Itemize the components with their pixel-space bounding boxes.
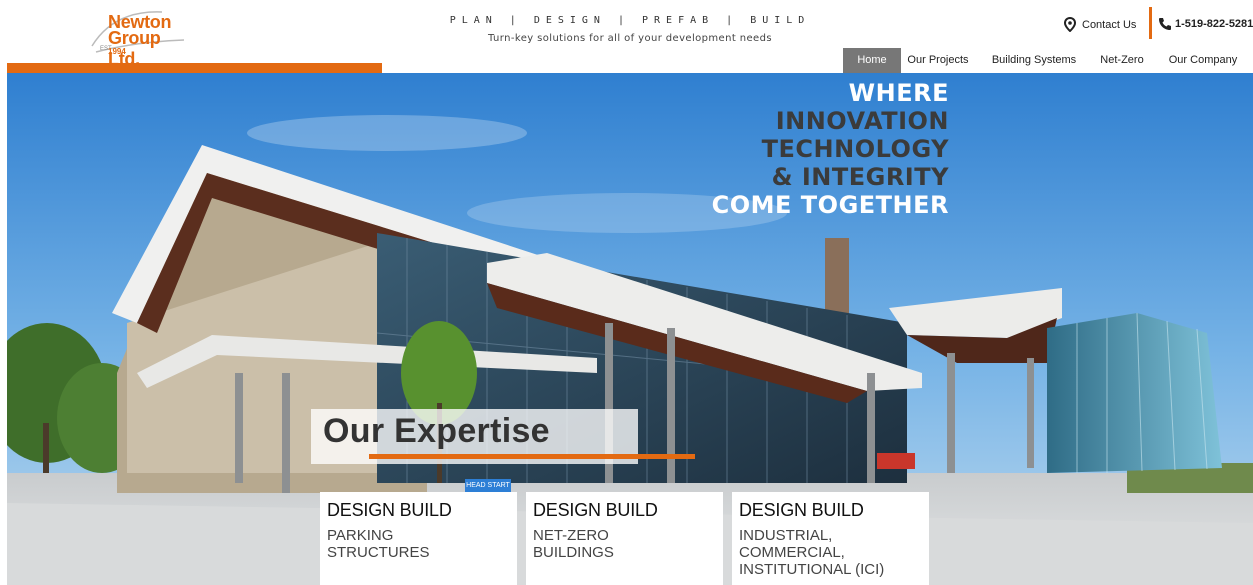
expertise-card-parking[interactable]: DESIGN BUILD PARKING STRUCTURES: [320, 492, 517, 585]
card-subtitle: NET-ZERO BUILDINGS: [533, 527, 614, 561]
card-title: DESIGN BUILD: [533, 500, 658, 520]
card-subtitle: PARKING STRUCTURES: [327, 527, 430, 561]
location-pin-icon: [1064, 17, 1076, 32]
headline-line-1: WHERE: [848, 79, 949, 107]
header-subtagline: Turn-key solutions for all of your devel…: [488, 33, 772, 44]
headline-line-3: TECHNOLOGY: [761, 135, 949, 163]
contact-us-link[interactable]: Contact Us: [1064, 17, 1136, 32]
hero-banner: WHERE INNOVATION TECHNOLOGY & INTEGRITY …: [7, 73, 1253, 585]
nav-our-company[interactable]: Our Company: [1158, 48, 1248, 73]
expertise-card-ici[interactable]: DESIGN BUILD INDUSTRIAL, COMMERCIAL, INS…: [732, 492, 929, 585]
nav-home[interactable]: Home: [843, 48, 901, 73]
phone-number: 1-519-822-5281: [1175, 18, 1253, 30]
phone-link[interactable]: 1-519-822-5281: [1158, 17, 1253, 31]
card-title: DESIGN BUILD: [739, 500, 864, 520]
company-logo[interactable]: Newton Group Ltd. EST 1994: [84, 6, 194, 69]
headline-line-4: & INTEGRITY: [771, 163, 949, 191]
head-start-badge: HEAD START: [465, 479, 511, 492]
card-subtitle: INDUSTRIAL, COMMERCIAL, INSTITUTIONAL (I…: [739, 527, 885, 578]
logo-year: 1994: [108, 47, 126, 56]
header-accent-bar: [7, 63, 382, 73]
headline-line-2: INNOVATION: [775, 107, 949, 135]
header-divider: [1149, 7, 1152, 39]
expertise-underline: [369, 454, 695, 459]
nav-building-systems[interactable]: Building Systems: [984, 48, 1084, 73]
headline-line-5: COME TOGETHER: [711, 191, 949, 219]
nav-our-projects[interactable]: Our Projects: [901, 48, 975, 73]
expertise-title: Our Expertise: [323, 412, 550, 450]
hero-headline: WHERE INNOVATION TECHNOLOGY & INTEGRITY …: [712, 79, 949, 219]
phone-icon: [1159, 18, 1171, 30]
header-tagline: PLAN | DESIGN | PREFAB | BUILD: [449, 15, 811, 26]
nav-net-zero[interactable]: Net-Zero: [1094, 48, 1150, 73]
expertise-card-net-zero[interactable]: DESIGN BUILD NET-ZERO BUILDINGS: [526, 492, 723, 585]
card-title: DESIGN BUILD: [327, 500, 452, 520]
contact-us-label: Contact Us: [1082, 18, 1137, 31]
